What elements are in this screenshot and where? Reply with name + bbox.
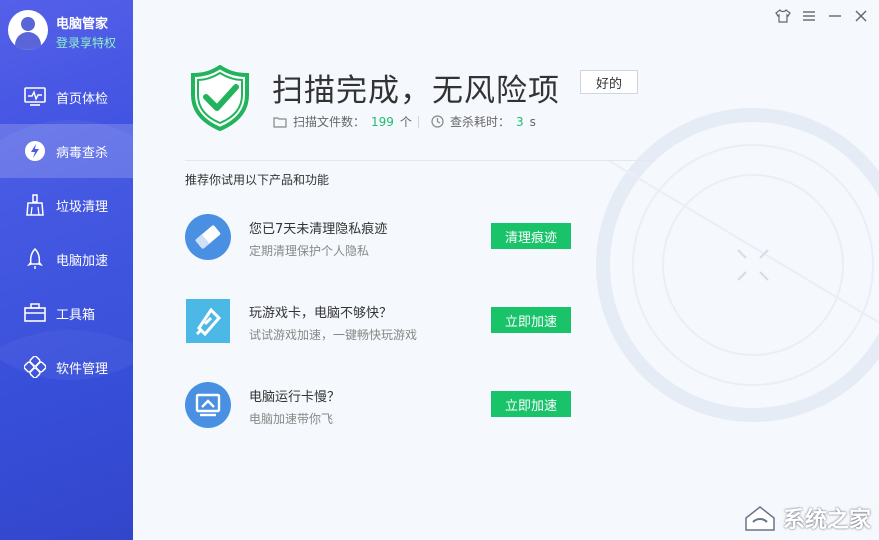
monitor-pulse-icon bbox=[24, 86, 46, 108]
virus-scan-icon bbox=[24, 140, 46, 162]
recommendation-desc: 试试游戏加速，一键畅快玩游戏 bbox=[249, 328, 418, 342]
sidebar-item-label: 病毒查杀 bbox=[56, 145, 109, 161]
toolbox-icon bbox=[24, 302, 46, 324]
eraser-icon bbox=[185, 214, 231, 260]
folder-icon bbox=[273, 116, 287, 128]
recommendation-title: 您已7天未清理隐私痕迹 bbox=[249, 222, 388, 237]
files-label: 扫描文件数： bbox=[293, 115, 366, 129]
sidebar-item-label: 软件管理 bbox=[56, 361, 109, 377]
sidebar: 电脑管家 登录享特权 首页体检 病毒查杀 垃圾清理 电脑加速 工具箱 软件管理 bbox=[0, 0, 133, 540]
files-value: 199 bbox=[371, 114, 394, 129]
recommendation-item: 电脑运行卡慢？ 电脑加速带你飞 立即加速 bbox=[185, 382, 605, 432]
recommendation-item: 您已7天未清理隐私痕迹 定期清理保护个人隐私 清理痕迹 bbox=[185, 214, 605, 264]
sidebar-item-software[interactable]: 软件管理 bbox=[0, 340, 133, 394]
avatar[interactable] bbox=[8, 10, 48, 50]
divider bbox=[185, 160, 655, 161]
shield-check-icon bbox=[191, 65, 249, 131]
sidebar-item-speed-up[interactable]: 电脑加速 bbox=[0, 232, 133, 286]
house-logo-icon bbox=[745, 506, 775, 531]
main-panel: 扫描完成，无风险项 好的 扫描文件数： 199 个 查杀耗时： 3 s 推荐你试… bbox=[133, 0, 879, 540]
menu-icon[interactable] bbox=[801, 8, 817, 24]
sidebar-item-junk-clean[interactable]: 垃圾清理 bbox=[0, 178, 133, 232]
files-unit: 个 bbox=[399, 115, 412, 129]
time-label: 查杀耗时： bbox=[449, 115, 510, 129]
game-boost-icon bbox=[186, 299, 230, 343]
sidebar-item-virus-scan[interactable]: 病毒查杀 bbox=[0, 124, 133, 178]
minimize-icon[interactable] bbox=[827, 8, 843, 24]
sidebar-item-label: 工具箱 bbox=[56, 307, 96, 323]
sidebar-nav: 首页体检 病毒查杀 垃圾清理 电脑加速 工具箱 软件管理 bbox=[0, 70, 133, 394]
time-value: 3 bbox=[515, 114, 524, 129]
sidebar-item-label: 垃圾清理 bbox=[56, 199, 109, 215]
game-speed-up-button[interactable]: 立即加速 bbox=[491, 307, 571, 333]
rocket-icon bbox=[24, 248, 46, 270]
window-controls bbox=[775, 8, 869, 24]
clean-traces-button[interactable]: 清理痕迹 bbox=[491, 223, 571, 249]
sidebar-item-label: 首页体检 bbox=[56, 91, 109, 107]
sidebar-item-label: 电脑加速 bbox=[56, 253, 109, 269]
watermark-text: 系统之家 bbox=[782, 508, 871, 533]
ok-button[interactable]: 好的 bbox=[580, 70, 638, 94]
recommendation-item: 玩游戏卡，电脑不够快？ 试试游戏加速，一键畅快玩游戏 立即加速 bbox=[185, 298, 605, 348]
recommendation-title: 玩游戏卡，电脑不够快？ bbox=[249, 306, 393, 321]
recommend-title: 推荐你试用以下产品和功能 bbox=[185, 173, 330, 187]
background-decoration bbox=[596, 108, 879, 422]
scan-stats: 扫描文件数： 199 个 查杀耗时： 3 s bbox=[273, 113, 536, 130]
broom-icon bbox=[24, 194, 46, 216]
time-unit: s bbox=[529, 114, 536, 129]
result-title: 扫描完成，无风险项 bbox=[272, 73, 560, 109]
login-link[interactable]: 登录享特权 bbox=[56, 34, 116, 51]
software-icon bbox=[24, 356, 46, 378]
skin-icon[interactable] bbox=[775, 8, 791, 24]
clock-icon bbox=[431, 115, 444, 128]
screen-boost-icon bbox=[185, 382, 231, 428]
speed-up-button[interactable]: 立即加速 bbox=[491, 391, 571, 417]
stats-separator bbox=[417, 115, 419, 128]
close-icon[interactable] bbox=[853, 8, 869, 24]
watermark: 系统之家 bbox=[743, 502, 871, 534]
sidebar-item-home-checkup[interactable]: 首页体检 bbox=[0, 70, 133, 124]
sidebar-item-toolbox[interactable]: 工具箱 bbox=[0, 286, 133, 340]
recommendation-desc: 电脑加速带你飞 bbox=[249, 412, 334, 426]
recommendation-title: 电脑运行卡慢？ bbox=[249, 390, 341, 405]
recommendation-desc: 定期清理保护个人隐私 bbox=[249, 244, 370, 258]
user-profile[interactable]: 电脑管家 登录享特权 bbox=[8, 10, 128, 54]
app-name: 电脑管家 bbox=[56, 17, 109, 32]
